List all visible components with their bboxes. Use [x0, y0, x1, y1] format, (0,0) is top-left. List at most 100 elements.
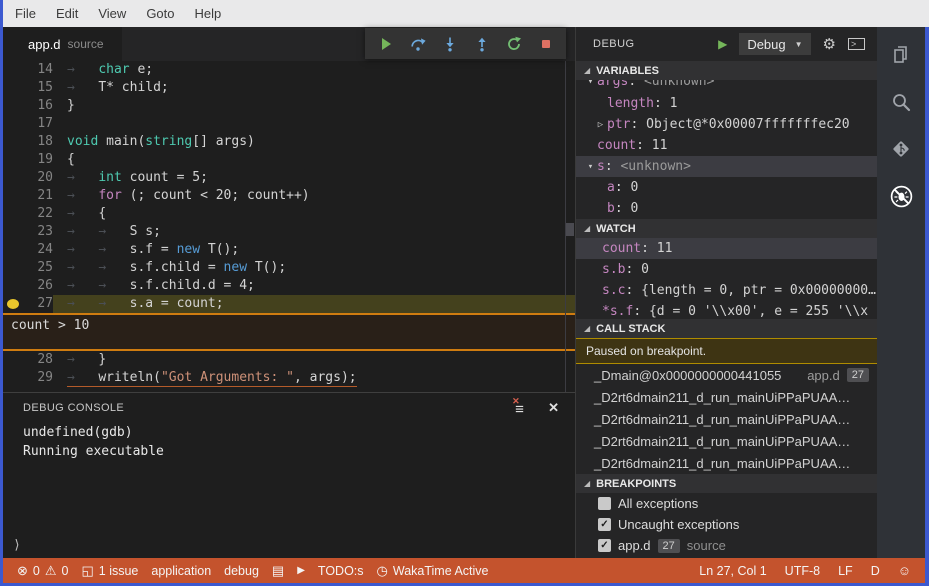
breakpoint-row[interactable]: ✓ app.d 27 source	[576, 535, 877, 556]
open-console-icon[interactable]: >	[848, 38, 865, 50]
menu-item-view[interactable]: View	[88, 0, 136, 27]
watch-row[interactable]: s.c: {length = 0, ptr = 0x00000000…	[576, 280, 877, 301]
breakpoint-gutter[interactable]	[3, 115, 23, 133]
breakpoint-gutter[interactable]	[3, 369, 23, 387]
debug-mode-label: debug	[224, 563, 259, 578]
variables-section-header[interactable]: ◢ VARIABLES	[576, 61, 877, 80]
breakpoint-gutter[interactable]	[3, 79, 23, 97]
step-into-button[interactable]	[434, 30, 465, 57]
section-collapse-icon: ◢	[584, 479, 591, 488]
menu-item-help[interactable]: Help	[185, 0, 232, 27]
code-token: →	[67, 224, 99, 239]
menu-item-goto[interactable]: Goto	[136, 0, 184, 27]
launch-config-application[interactable]: application	[151, 564, 211, 578]
breakpoint-gutter[interactable]	[3, 97, 23, 115]
checkbox[interactable]: ✓	[598, 539, 611, 552]
console-input-prompt[interactable]: ⟩	[13, 538, 21, 553]
line-number: 22	[37, 206, 53, 221]
activity-search[interactable]	[881, 86, 921, 118]
breakpoint-gutter[interactable]	[3, 223, 23, 241]
issues-indicator[interactable]: ◱ 1 issue	[81, 563, 138, 579]
step-out-button[interactable]	[466, 30, 497, 57]
stack-frame[interactable]: _D2rt6dmain211_d_run_mainUiPPaPUAA…	[576, 408, 877, 430]
tab-title: app.d	[28, 36, 61, 52]
continue-button[interactable]	[370, 30, 401, 57]
breakpoint-gutter[interactable]	[3, 151, 23, 169]
breakpoint-row[interactable]: All exceptions	[576, 493, 877, 514]
watch-row[interactable]: s.b: 0	[576, 259, 877, 280]
stack-frame[interactable]: _D2rt6dmain211_d_run_mainUiPPaPUAA…	[576, 452, 877, 474]
variable-row[interactable]: a: 0	[576, 177, 877, 198]
code-line: 22 → {	[3, 205, 575, 223]
watch-row[interactable]: count: 11	[576, 238, 877, 259]
breakpoint-gutter[interactable]	[3, 205, 23, 223]
language-indicator[interactable]: D	[871, 564, 880, 578]
menu-item-edit[interactable]: Edit	[46, 0, 88, 27]
breakpoints-section-header[interactable]: ◢ BREAKPOINTS	[576, 474, 877, 493]
breakpoint-row[interactable]: ✓ Uncaught exceptions	[576, 514, 877, 535]
code-token: →	[67, 370, 99, 385]
stack-frame[interactable]: _D2rt6dmain211_d_run_mainUiPPaPUAA…	[576, 430, 877, 452]
code-editor[interactable]: 14 → char e; 15 → T* child; 16} 17 18 void main…	[3, 61, 575, 392]
variable-row[interactable]: ▷ ptr: Object@*0x00007fffffffec20	[576, 114, 877, 135]
code-token: }	[67, 98, 75, 113]
variable-row[interactable]: length: 1	[576, 93, 877, 114]
variable-row[interactable]: ▾ args: <unknown>	[576, 80, 877, 92]
breakpoint-line-badge: 27	[657, 538, 680, 553]
eol-indicator[interactable]: LF	[838, 564, 853, 578]
breakpoint-condition-widget[interactable]: count > 10	[3, 313, 575, 351]
callstack-section-header[interactable]: ◢ CALL STACK	[576, 319, 877, 338]
breakpoint-gutter[interactable]	[3, 187, 23, 205]
variable-row[interactable]: b: 0	[576, 198, 877, 219]
menu-item-file[interactable]: File	[5, 0, 46, 27]
run-task-button[interactable]: ▶	[297, 565, 305, 576]
clear-console-icon[interactable]: ≡ ✕	[512, 396, 531, 417]
problems-indicator[interactable]: ⊗ 0 ⚠ 0	[17, 563, 68, 579]
start-debug-icon[interactable]: ▶	[718, 37, 727, 51]
wakatime-status[interactable]: ◷ WakaTime Active	[377, 563, 489, 579]
checkbox[interactable]: ✓	[598, 518, 611, 531]
activity-source-control[interactable]	[881, 133, 921, 165]
breakpoint-gutter[interactable]	[3, 241, 23, 259]
breakpoint-gutter[interactable]	[3, 61, 23, 79]
breakpoint-gutter[interactable]	[3, 295, 23, 313]
stack-frame[interactable]: _D2rt6dmain211_d_run_mainUiPPaPUAA…	[576, 386, 877, 408]
debug-config-dropdown[interactable]: Debug ▼	[739, 33, 811, 55]
colon: :	[636, 138, 652, 153]
encoding-indicator[interactable]: UTF-8	[785, 564, 820, 578]
feedback-smiley[interactable]: ☺	[898, 563, 911, 578]
tab-app-d[interactable]: app.d source	[3, 27, 122, 61]
scrollbar-thumb[interactable]	[566, 223, 574, 236]
watch-section-header[interactable]: ◢ WATCH	[576, 219, 877, 238]
stack-frame[interactable]: _Dmain@0x0000000000441055 app.d 27	[576, 364, 877, 386]
step-over-button[interactable]	[402, 30, 433, 57]
breakpoint-gutter[interactable]	[3, 259, 23, 277]
todo-button[interactable]: TODO:s	[318, 564, 364, 578]
gear-icon[interactable]: ⚙	[823, 35, 836, 53]
activity-debug[interactable]	[881, 180, 921, 212]
variable-row[interactable]: count: 11	[576, 135, 877, 156]
editor-scrollbar[interactable]	[565, 61, 575, 392]
code-token: (; count < 20; count++)	[121, 188, 310, 203]
breakpoint-gutter[interactable]	[3, 133, 23, 151]
debug-console-actions: ≡ ✕ ✕	[512, 396, 559, 417]
watch-row[interactable]: *s.f: {d = 0 '\\x00', e = 255 '\\x	[576, 301, 877, 319]
activity-explorer[interactable]	[881, 39, 921, 71]
variable-row[interactable]: ▾ s: <unknown>	[576, 156, 877, 177]
breakpoint-gutter[interactable]	[3, 169, 23, 187]
breakpoint-gutter[interactable]	[3, 351, 23, 369]
restart-button[interactable]	[498, 30, 529, 57]
play-icon: ▶	[297, 565, 305, 576]
launch-config-debug[interactable]: debug	[224, 564, 259, 578]
debug-config-label: Debug	[747, 36, 786, 52]
code-text: → int count = 5;	[53, 169, 575, 187]
stop-button[interactable]	[530, 30, 561, 57]
cursor-position[interactable]: Ln 27, Col 1	[699, 564, 766, 578]
line-number: 24	[37, 242, 53, 257]
document-status[interactable]: ▤	[272, 563, 284, 579]
checkbox[interactable]	[598, 497, 611, 510]
step-into-icon	[445, 37, 454, 51]
breakpoint-icon	[7, 299, 19, 309]
close-icon[interactable]: ✕	[548, 400, 559, 416]
breakpoint-gutter[interactable]	[3, 277, 23, 295]
